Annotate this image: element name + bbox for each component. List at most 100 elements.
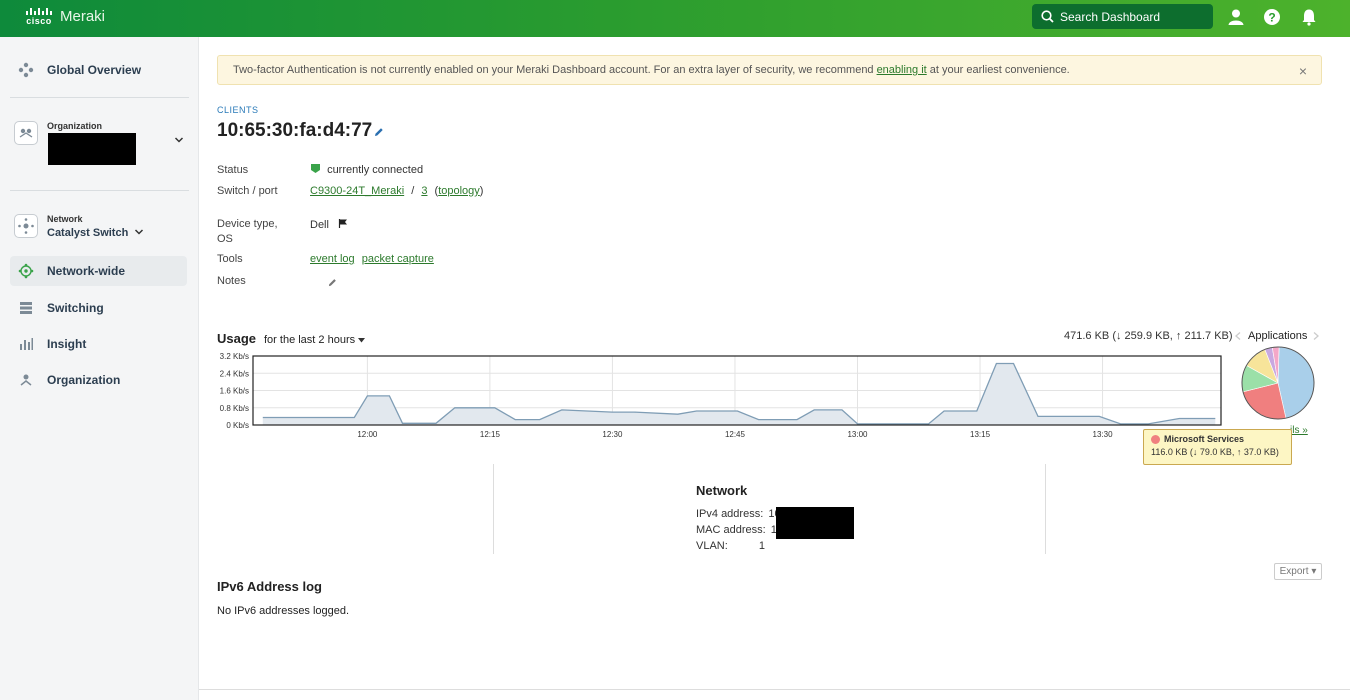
ipv6-log-text: No IPv6 addresses logged. <box>217 605 350 617</box>
edit-notes-icon[interactable] <box>328 278 337 287</box>
network-icon-box <box>14 214 38 238</box>
device-type-value: Dell <box>310 218 348 231</box>
tooltip-color-dot <box>1151 435 1160 444</box>
usage-chart[interactable]: 3.2 Kb/s 2.4 Kb/s 1.6 Kb/s 0.8 Kb/s 0 Kb/s 12… <box>217 350 1227 445</box>
device-type-label-line2: OS <box>217 233 233 245</box>
chevron-left-icon[interactable] <box>1235 332 1241 340</box>
details-link[interactable]: ils » <box>1290 425 1308 436</box>
sidebar-item-insight[interactable]: Insight <box>10 329 187 359</box>
sidebar-item-switching[interactable]: Switching <box>10 293 187 323</box>
device-type-label: Device type, OS <box>217 218 278 245</box>
packet-capture-link[interactable]: packet capture <box>362 253 434 265</box>
sidebar: Global Overview Organization Network Cat… <box>0 37 199 700</box>
sidebar-item-label: Insight <box>47 337 87 351</box>
sidebar-divider <box>10 190 189 191</box>
usage-range-label: for the last 2 hours <box>264 334 356 346</box>
sidebar-item-global-overview[interactable]: Global Overview <box>10 55 187 85</box>
sidebar-item-label: Switching <box>47 301 104 315</box>
y-tick-label: 0 Kb/s <box>226 421 249 430</box>
sidebar-item-label: Network-wide <box>47 264 126 278</box>
sidebar-item-organization[interactable]: Organization <box>10 365 187 395</box>
flag-icon[interactable] <box>338 218 348 228</box>
y-tick-label: 1.6 Kb/s <box>220 387 249 396</box>
switching-icon <box>20 302 32 314</box>
applications-pie-chart[interactable] <box>1238 345 1318 425</box>
switch-link[interactable]: C9300-24T_Meraki <box>310 185 404 197</box>
network-switch-icon <box>18 218 34 234</box>
enable-2fa-link[interactable]: enabling it <box>877 64 927 76</box>
chevron-down-icon[interactable] <box>174 136 184 144</box>
network-selector[interactable]: Catalyst Switch <box>47 227 144 239</box>
switch-port-label: Switch / port <box>217 185 278 197</box>
pie-tooltip: Microsoft Services 116.0 KB (↓ 79.0 KB, … <box>1143 429 1292 465</box>
top-bar: cisco Meraki Search Dashboard ? <box>0 0 1350 37</box>
bell-icon[interactable] <box>1300 8 1318 26</box>
help-icon[interactable]: ? <box>1263 8 1281 26</box>
sidebar-divider <box>10 97 189 98</box>
vlan-row: VLAN: 1 <box>696 540 765 552</box>
mac-row: MAC address: 10: <box>696 524 786 536</box>
tools-value: event log packet capture <box>310 253 434 265</box>
usage-title: Usage <box>217 331 257 346</box>
usage-range-dropdown[interactable]: for the last 2 hours <box>264 334 366 346</box>
organization-icon-box <box>14 121 38 145</box>
x-tick-label: 12:30 <box>602 430 623 439</box>
notes-label: Notes <box>217 275 246 287</box>
edit-pencil-icon[interactable] <box>374 127 384 137</box>
event-log-link[interactable]: event log <box>310 253 355 265</box>
insight-icon <box>20 338 33 350</box>
bottom-divider <box>199 689 1350 690</box>
device-type-label-line1: Device type, <box>217 218 278 230</box>
brand-name: Meraki <box>60 8 106 25</box>
cisco-bars-icon <box>26 7 52 15</box>
x-tick-label: 13:15 <box>970 430 991 439</box>
sidebar-item-label: Global Overview <box>47 63 142 77</box>
usage-total: 471.6 KB (↓ 259.9 KB, ↑ 211.7 KB) <box>1064 330 1233 342</box>
ipv6-log-title: IPv6 Address log <box>217 579 322 594</box>
y-tick-label: 0.8 Kb/s <box>220 404 249 413</box>
tooltip-title: Microsoft Services <box>1151 434 1284 444</box>
tooltip-title-text: Microsoft Services <box>1164 434 1245 444</box>
status-label: Status <box>217 164 249 176</box>
vlan-value: 1 <box>758 540 765 552</box>
network-wide-icon <box>18 263 34 279</box>
x-tick-label: 13:30 <box>1093 430 1114 439</box>
sidebar-item-label: Organization <box>47 373 121 387</box>
network-title: Network <box>696 483 748 498</box>
user-icon[interactable] <box>1227 8 1245 26</box>
global-overview-icon <box>18 62 34 78</box>
sidebar-item-network-wide[interactable]: Network-wide <box>10 256 187 286</box>
device-vendor: Dell <box>310 219 329 231</box>
network-divider-right <box>1045 464 1046 554</box>
y-tick-label: 3.2 Kb/s <box>220 352 249 361</box>
network-label: Network <box>47 214 83 224</box>
status-text: currently connected <box>327 164 424 176</box>
export-button[interactable]: Export ▾ <box>1274 563 1322 580</box>
x-tick-label: 12:45 <box>725 430 746 439</box>
close-icon[interactable]: × <box>1299 63 1307 79</box>
chevron-down-icon <box>135 229 144 235</box>
search-input[interactable]: Search Dashboard <box>1032 4 1213 29</box>
cisco-label: cisco <box>26 16 52 26</box>
search-placeholder: Search Dashboard <box>1060 9 1161 24</box>
ipv4-label: IPv4 address: <box>696 508 764 520</box>
banner-text: Two-factor Authentication is not current… <box>233 64 874 76</box>
applications-label: Applications <box>1248 330 1308 342</box>
meraki-logo[interactable]: cisco Meraki <box>26 7 105 26</box>
organization-icon <box>20 374 32 386</box>
x-tick-label: 12:15 <box>480 430 501 439</box>
vlan-label: VLAN: <box>696 540 728 552</box>
network-divider-left <box>493 464 494 554</box>
port-separator: / <box>411 185 415 197</box>
svg-text:?: ? <box>1268 11 1275 25</box>
topology-link[interactable]: topology <box>438 185 480 197</box>
organization-label: Organization <box>47 121 103 131</box>
two-factor-banner: Two-factor Authentication is not current… <box>217 55 1322 85</box>
organization-name-redacted[interactable] <box>48 133 136 165</box>
chevron-right-icon[interactable] <box>1313 332 1319 340</box>
breadcrumb[interactable]: CLIENTS <box>217 105 259 115</box>
network-name: Catalyst Switch <box>47 227 129 239</box>
port-link[interactable]: 3 <box>421 185 427 197</box>
organization-switch-icon <box>19 128 33 138</box>
ipv4-row: IPv4 address: 10. <box>696 508 784 520</box>
